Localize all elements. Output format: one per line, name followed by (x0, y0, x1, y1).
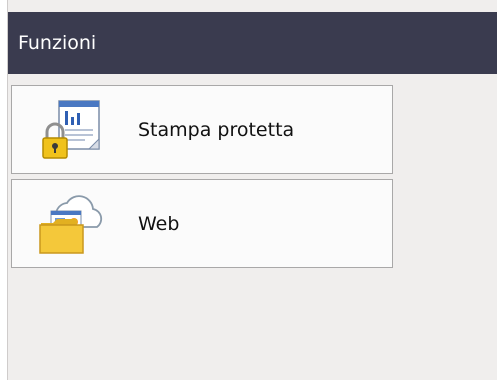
web-label: Web (138, 213, 180, 235)
web-folder-icon (39, 195, 103, 254)
lcd-screen: Funzioni Stampa protetta Web (7, 0, 497, 380)
header-bar: Funzioni (8, 12, 497, 74)
page-title: Funzioni (18, 32, 97, 54)
secure-print-label: Stampa protetta (138, 119, 295, 141)
secure-print-button[interactable]: Stampa protetta (11, 85, 393, 174)
secure-print-icon (42, 100, 100, 159)
web-button[interactable]: Web (11, 179, 393, 268)
